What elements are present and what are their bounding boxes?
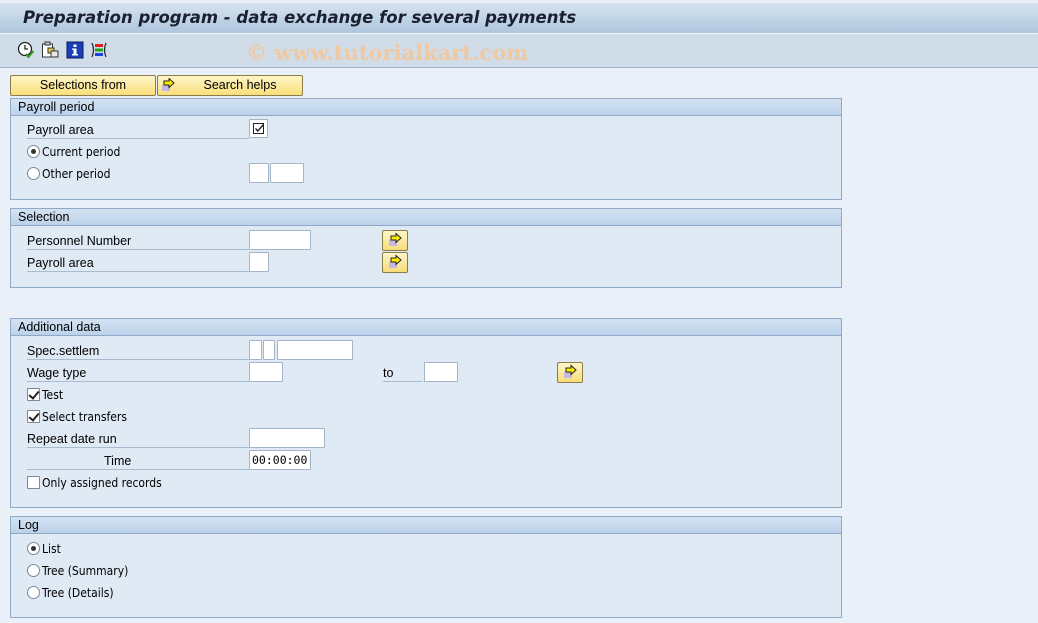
spec-settlem-row: Spec.settlem xyxy=(11,340,841,362)
payroll-area-checkbox[interactable] xyxy=(249,119,268,138)
execute-clock-icon[interactable] xyxy=(17,41,35,59)
selection-payroll-area-row: Payroll area xyxy=(11,252,841,274)
select-transfers-checkbox[interactable] xyxy=(27,410,40,423)
log-list-radio[interactable] xyxy=(27,542,40,555)
personnel-number-row: Personnel Number xyxy=(11,230,841,252)
current-period-row: Current period xyxy=(11,141,841,163)
arrow-right-icon xyxy=(389,254,402,268)
wage-type-to-input[interactable] xyxy=(424,362,458,382)
log-option-tree-summary: Tree (Summary) xyxy=(11,560,841,582)
to-label: to xyxy=(383,364,423,382)
other-period-label: Other period xyxy=(42,167,111,181)
payroll-area-label: Payroll area xyxy=(27,254,249,272)
current-period-radio[interactable] xyxy=(27,145,40,158)
spec-settlem-input-3[interactable] xyxy=(277,340,353,360)
current-period-label: Current period xyxy=(42,145,121,159)
group-title: Selection xyxy=(11,209,841,226)
personnel-number-multiple-selection-button[interactable] xyxy=(382,230,408,251)
log-option-list: List xyxy=(11,538,841,560)
group-title: Payroll period xyxy=(11,99,841,116)
select-transfers-row: Select transfers xyxy=(11,406,841,428)
other-period-input-1[interactable] xyxy=(249,163,269,183)
selection-group: Selection Personnel Number Payroll area xyxy=(10,208,842,288)
arrow-right-icon xyxy=(389,232,402,246)
wage-type-multiple-selection-button[interactable] xyxy=(557,362,583,383)
search-helps-button[interactable]: Search helps xyxy=(157,75,303,96)
arrow-right-icon xyxy=(161,77,177,92)
personnel-number-input[interactable] xyxy=(249,230,311,250)
repeat-date-run-input[interactable] xyxy=(249,428,325,448)
log-tree-details-radio[interactable] xyxy=(27,586,40,599)
test-label: Test xyxy=(42,388,64,402)
wage-type-from-input[interactable] xyxy=(249,362,283,382)
spec-settlem-label: Spec.settlem xyxy=(27,342,249,360)
log-tree-summary-radio[interactable] xyxy=(27,564,40,577)
info-icon[interactable] xyxy=(66,41,84,59)
page-title: Preparation program - data exchange for … xyxy=(23,8,577,27)
other-period-input-2[interactable] xyxy=(270,163,304,183)
repeat-date-run-label: Repeat date run xyxy=(27,430,249,448)
selections-from-button[interactable]: Selections from xyxy=(10,75,156,96)
test-checkbox[interactable] xyxy=(27,388,40,401)
time-label: Time xyxy=(27,452,249,470)
other-period-radio[interactable] xyxy=(27,167,40,180)
log-tree-details-label: Tree (Details) xyxy=(42,586,114,600)
time-row: Time 00:00:00 xyxy=(11,450,841,472)
test-row: Test xyxy=(11,384,841,406)
only-assigned-row: Only assigned records xyxy=(11,472,841,494)
watermark-text: © www.tutorialkart.com xyxy=(246,40,529,65)
only-assigned-checkbox[interactable] xyxy=(27,476,40,489)
payroll-area-input[interactable] xyxy=(249,252,269,272)
only-assigned-label: Only assigned records xyxy=(42,476,162,490)
time-input[interactable]: 00:00:00 xyxy=(249,450,311,470)
log-option-tree-details: Tree (Details) xyxy=(11,582,841,604)
spec-settlem-input-2[interactable] xyxy=(263,340,275,360)
payroll-period-group: Payroll period Payroll area Current peri… xyxy=(10,98,842,200)
payroll-area-multiple-selection-button[interactable] xyxy=(382,252,408,273)
payroll-area-label: Payroll area xyxy=(27,121,249,139)
search-helps-label: Search helps xyxy=(203,78,277,92)
title-bar: Preparation program - data exchange for … xyxy=(0,0,1038,34)
selections-from-label: Selections from xyxy=(39,78,127,92)
wage-type-label: Wage type xyxy=(27,364,249,382)
group-title: Log xyxy=(11,517,841,534)
other-period-row: Other period xyxy=(11,163,841,185)
checkbox-check-icon xyxy=(253,123,265,134)
log-tree-summary-label: Tree (Summary) xyxy=(42,564,129,578)
arrow-right-icon xyxy=(564,364,577,378)
group-title: Additional data xyxy=(11,319,841,336)
repeat-date-run-row: Repeat date run xyxy=(11,428,841,450)
application-toolbar: © www.tutorialkart.com xyxy=(0,34,1038,68)
payroll-area-row: Payroll area xyxy=(11,119,841,141)
log-group: Log List Tree (Summary) Tree (Details) xyxy=(10,516,842,618)
select-transfers-label: Select transfers xyxy=(42,410,127,424)
spec-settlem-input-1[interactable] xyxy=(249,340,262,360)
copy-variant-icon[interactable] xyxy=(41,41,59,59)
log-list-label: List xyxy=(42,542,61,556)
additional-data-group: Additional data Spec.settlem Wage type t… xyxy=(10,318,842,508)
selection-options-icon[interactable] xyxy=(90,41,108,59)
personnel-number-label: Personnel Number xyxy=(27,232,249,250)
wage-type-row: Wage type to xyxy=(11,362,841,384)
